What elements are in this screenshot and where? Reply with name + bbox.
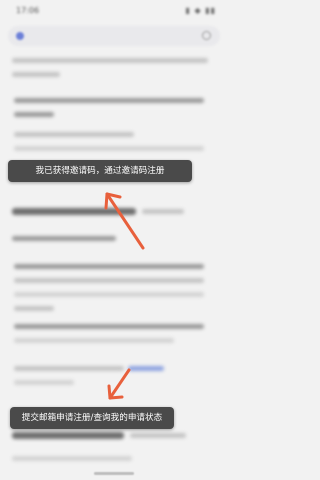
text-line — [14, 338, 174, 343]
section-subtitle — [142, 209, 184, 214]
text-line — [12, 58, 208, 63]
text-line — [14, 380, 74, 385]
text-line — [14, 306, 54, 311]
text-line — [14, 292, 204, 297]
invite-code-register-tip[interactable]: 我已获得邀请码，通过邀请码注册 — [8, 160, 192, 182]
text-line — [12, 72, 60, 77]
status-time: 17:06 — [16, 6, 40, 15]
text-line — [12, 236, 116, 241]
text-line — [14, 366, 124, 371]
page: 17:06 ▮ ◆ ▮▮ 我已获得邀请码，通过邀请码注册 提交邮箱申请注册/查询… — [0, 0, 228, 480]
text-line — [14, 146, 204, 151]
search-icon[interactable] — [202, 31, 211, 40]
status-icons: ▮ ◆ ▮▮ — [185, 6, 216, 15]
text-line — [14, 98, 204, 103]
link-line[interactable] — [128, 366, 164, 371]
search-engine-icon — [16, 32, 24, 40]
text-line — [14, 278, 204, 283]
text-line — [14, 324, 204, 329]
arrow-icon — [104, 192, 145, 250]
section-heading — [12, 432, 124, 439]
text-line — [14, 132, 134, 137]
text-line — [12, 456, 132, 461]
home-indicator[interactable] — [94, 472, 134, 475]
email-apply-tip[interactable]: 提交邮箱申请注册/查询我的申请状态 — [10, 407, 174, 429]
search-bar[interactable] — [8, 26, 220, 46]
section-subtitle — [130, 433, 186, 438]
text-line — [14, 264, 204, 269]
arrow-icon — [107, 368, 131, 400]
section-heading — [12, 208, 136, 215]
status-bar: 17:06 ▮ ◆ ▮▮ — [0, 0, 228, 22]
text-line — [14, 112, 54, 117]
